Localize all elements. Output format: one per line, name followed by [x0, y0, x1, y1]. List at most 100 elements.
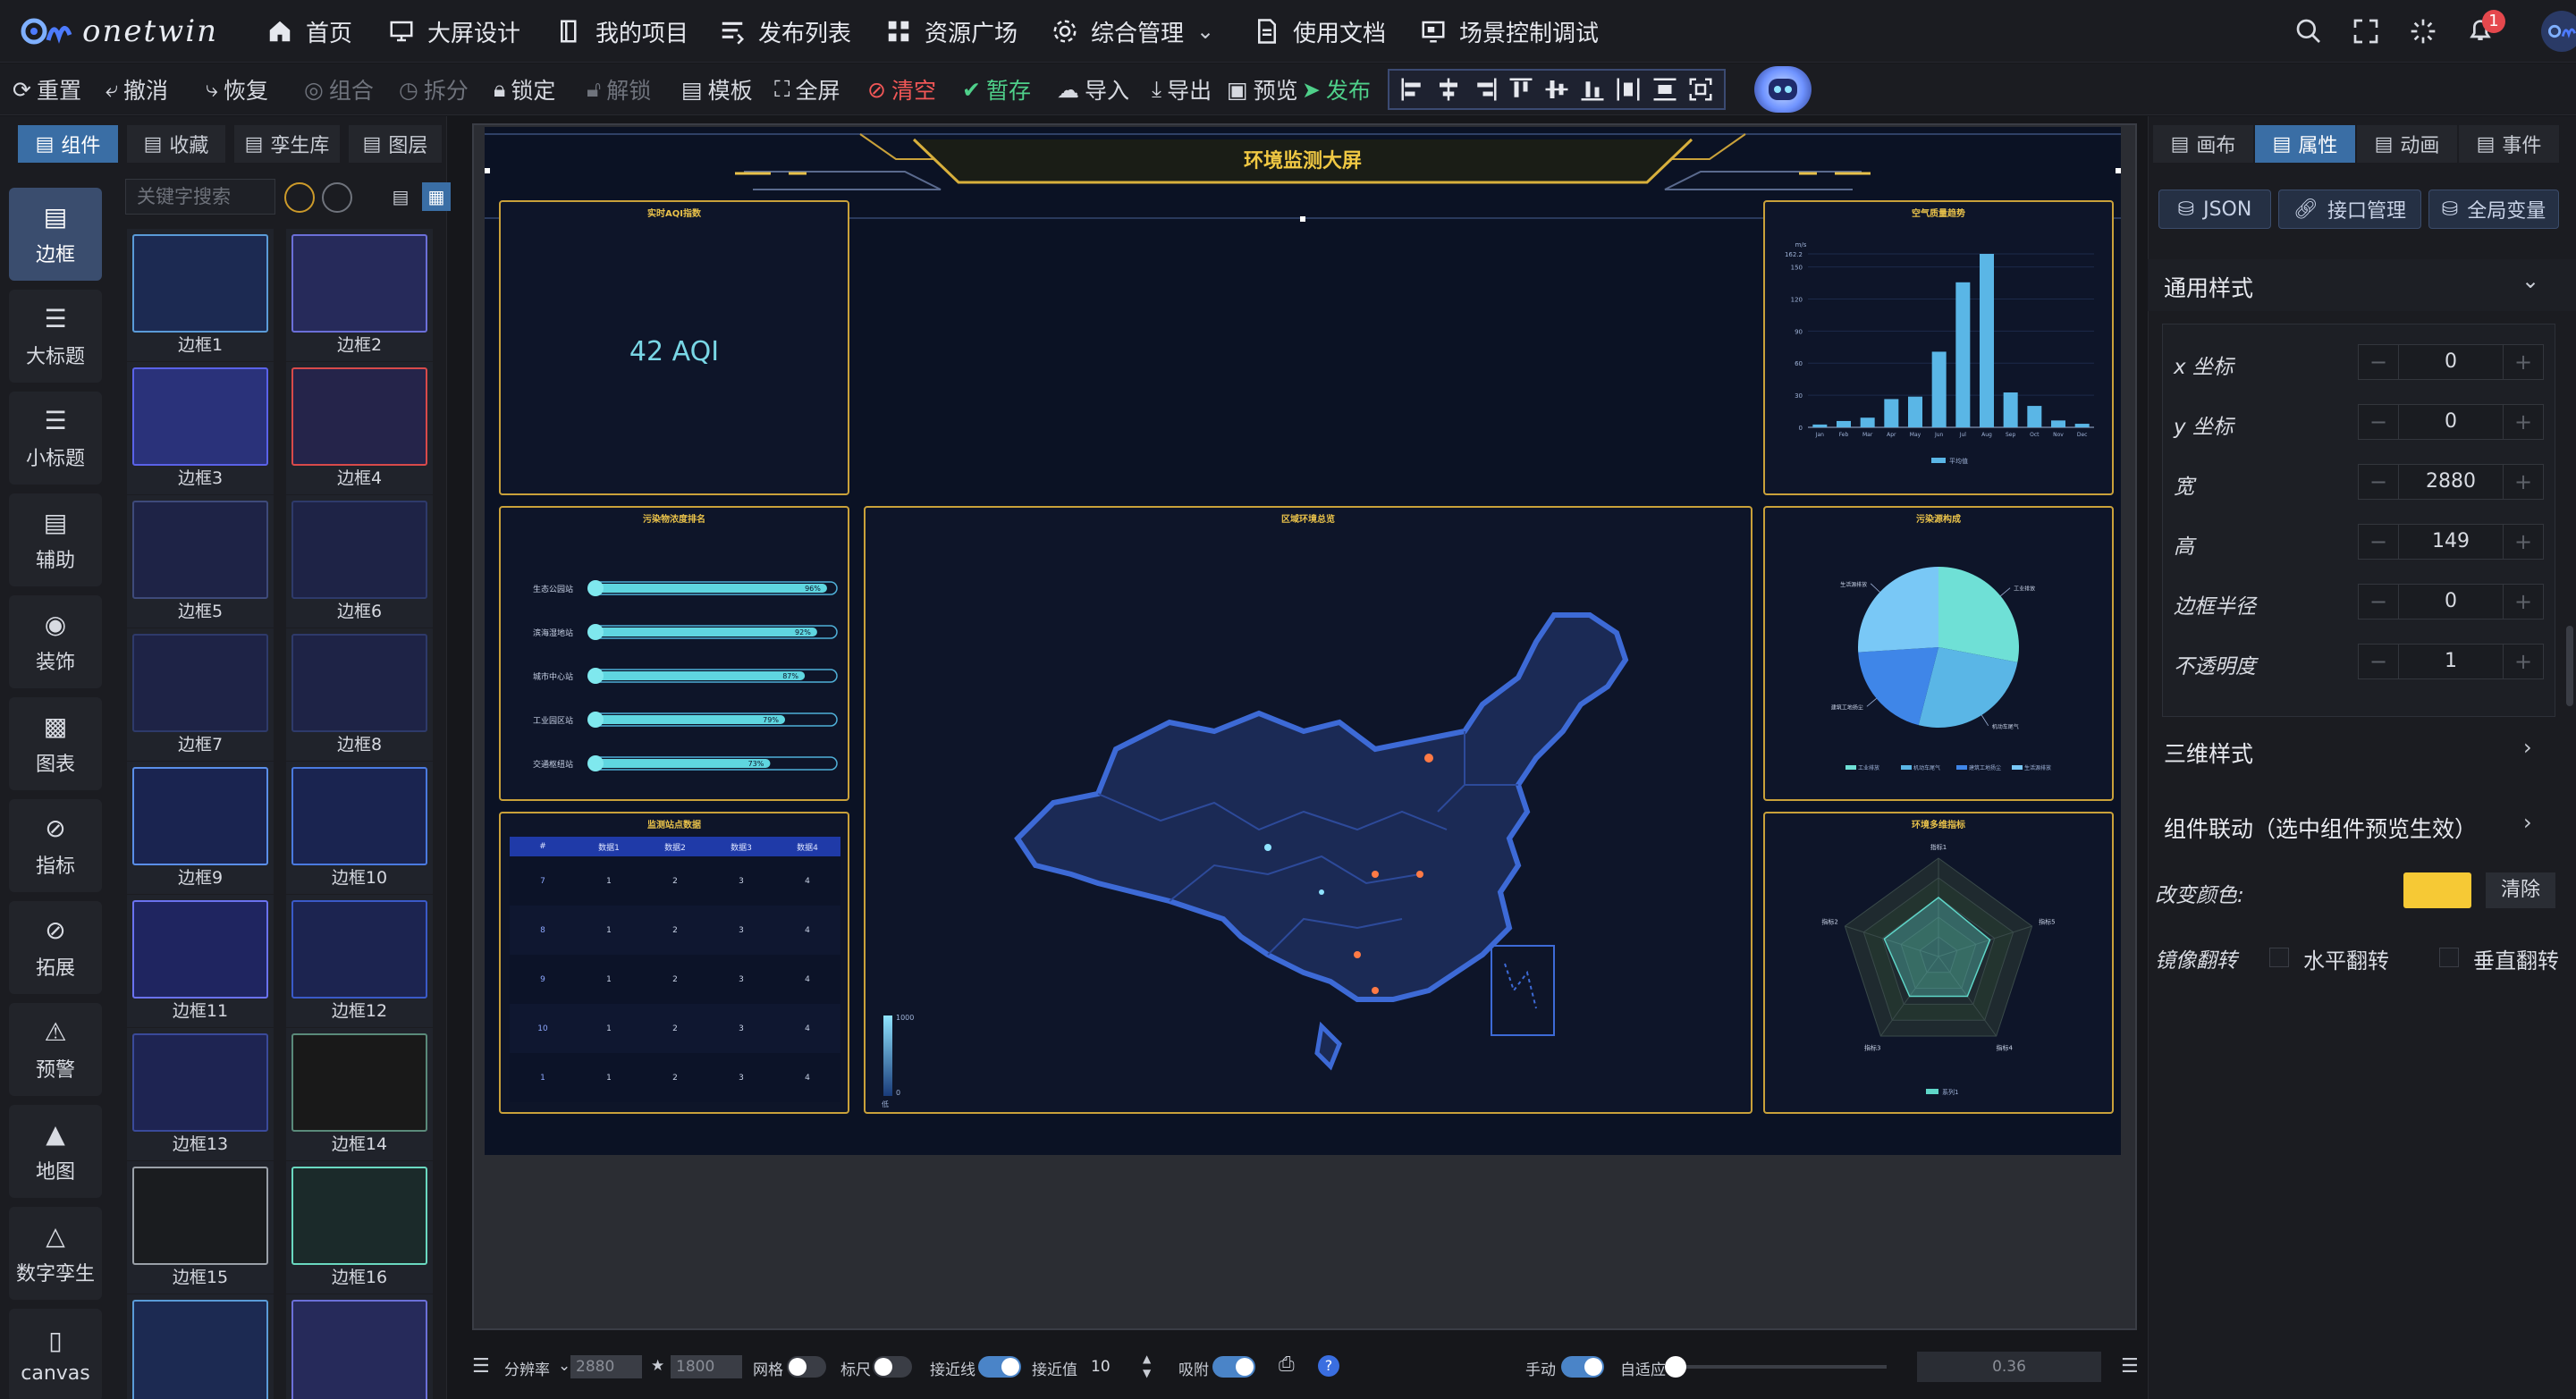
prop-stepper[interactable]: −0 +: [2358, 584, 2544, 619]
printer-icon[interactable]: ⎙: [1279, 1353, 1295, 1376]
component-thumb[interactable]: 边框16: [286, 1161, 433, 1294]
category-11[interactable]: △ 数字孪生: [9, 1207, 102, 1300]
minus-icon[interactable]: −: [2359, 469, 2398, 494]
minus-icon[interactable]: −: [2359, 589, 2398, 614]
adsorb-toggle[interactable]: [1212, 1356, 1255, 1378]
distribute-h-icon[interactable]: [1615, 76, 1642, 103]
clear-button[interactable]: ⊘ 清空: [867, 63, 936, 115]
prop-stepper[interactable]: −2880 +: [2358, 464, 2544, 500]
component-thumb[interactable]: 边框10: [286, 762, 433, 894]
publish-button[interactable]: ➤ 发布: [1302, 63, 1371, 115]
undo-button[interactable]: ⤶ 撤消: [106, 63, 168, 115]
group-button[interactable]: ◎ 组合: [304, 63, 374, 115]
nav-docs[interactable]: 使用文档: [1254, 0, 1386, 63]
menu-icon[interactable]: ☰: [472, 1355, 490, 1378]
component-thumb[interactable]: 边框13: [127, 1028, 274, 1160]
nav-admin[interactable]: 综合管理 ⌄: [1052, 0, 1214, 63]
component-thumb[interactable]: [286, 1294, 433, 1399]
search-icon[interactable]: [2294, 17, 2323, 46]
list-view-icon[interactable]: ▤: [386, 182, 415, 211]
redo-button[interactable]: ⤷ 恢复: [206, 63, 268, 115]
category-2[interactable]: ☰ 大标题: [9, 290, 102, 383]
category-9[interactable]: ⚠ 预警: [9, 1003, 102, 1096]
fit-screen-icon[interactable]: [1687, 76, 1714, 103]
resolution-width-input[interactable]: 2880: [570, 1355, 642, 1378]
nav-home[interactable]: 首页: [266, 0, 352, 63]
ai-assistant-button[interactable]: [1754, 66, 1812, 113]
tab-properties[interactable]: ▤ 属性: [2255, 125, 2355, 163]
loading-icon[interactable]: [2409, 17, 2437, 46]
component-thumb[interactable]: 边框6: [286, 495, 433, 628]
design-screen[interactable]: 环境监测大屏 实时AQI指数 42 AQI 空气质量趋势 m/s 0 30 60 90 1…: [485, 127, 2121, 1155]
component-thumb[interactable]: 边框4: [286, 362, 433, 494]
fullscreen-button[interactable]: ⛶ 全屏: [774, 63, 840, 115]
avatar[interactable]: [2541, 11, 2576, 52]
tab-animation[interactable]: ▤ 动画: [2357, 125, 2457, 163]
search-input[interactable]: 关键字搜索: [125, 179, 275, 215]
plus-icon[interactable]: +: [2504, 350, 2543, 375]
ruler-toggle[interactable]: [873, 1356, 912, 1378]
vertical-flip-checkbox[interactable]: [2439, 948, 2459, 967]
prop-stepper[interactable]: −149 +: [2358, 524, 2544, 560]
align-top-icon[interactable]: [1508, 76, 1534, 103]
prop-stepper[interactable]: −0 +: [2358, 344, 2544, 380]
component-thumb[interactable]: 边框2: [286, 229, 433, 361]
distribute-v-icon[interactable]: [1651, 76, 1678, 103]
component-thumb[interactable]: 边框7: [127, 628, 274, 761]
category-12[interactable]: ▯ canvas: [9, 1309, 102, 1399]
pie-panel[interactable]: 污染源构成 工业排放 机动车尾气 建筑工地扬尘 生活源排放 工业排放 机动车尾气 建筑工地扬…: [1763, 506, 2114, 801]
prop-value[interactable]: 0: [2398, 405, 2504, 439]
export-button[interactable]: ⤓ 导出: [1152, 63, 1212, 115]
component-thumb[interactable]: 边框1: [127, 229, 274, 361]
component-thumb[interactable]: 边框14: [286, 1028, 433, 1160]
align-bottom-icon[interactable]: [1579, 76, 1606, 103]
component-thumb[interactable]: 边框5: [127, 495, 274, 628]
prop-value[interactable]: 0: [2398, 585, 2504, 619]
table-panel[interactable]: 监测站点数据 # 数据1 数据2 数据3 数据4 7 1 2 3 4 8 1 2 3 4 9 1 2 3 4 10 1 2 3…: [499, 812, 849, 1114]
prop-value[interactable]: 1: [2398, 645, 2504, 678]
notification-button[interactable]: 1: [2466, 10, 2505, 47]
horizontal-flip-checkbox[interactable]: [2269, 948, 2289, 967]
align-center-h-icon[interactable]: [1435, 76, 1462, 103]
tab-twin-library[interactable]: ▤ 孪生库: [234, 125, 340, 163]
table-row[interactable]: 10 1 2 3 4: [510, 1004, 840, 1053]
prop-value[interactable]: 2880: [2398, 465, 2504, 499]
minus-icon[interactable]: −: [2359, 409, 2398, 434]
category-5[interactable]: ◉ 装饰: [9, 595, 102, 688]
category-10[interactable]: ▲ 地图: [9, 1105, 102, 1198]
minus-icon[interactable]: −: [2359, 529, 2398, 554]
rank-panel[interactable]: 污染物浓度排名 生态公园站 96% 滨海湿地站 92% 城市中心站 87% 工业园区站 79%…: [499, 506, 849, 801]
resolution-height-input[interactable]: 1800: [671, 1355, 742, 1378]
align-left-icon[interactable]: [1399, 76, 1426, 103]
snapline-toggle[interactable]: [978, 1356, 1021, 1378]
color-swatch[interactable]: [2403, 872, 2471, 908]
component-thumb[interactable]: 边框8: [286, 628, 433, 761]
collapse-icon[interactable]: ☰: [2121, 1355, 2139, 1378]
category-1[interactable]: ▤ 边框: [9, 188, 102, 281]
component-thumb[interactable]: 边框11: [127, 895, 274, 1027]
category-8[interactable]: ⊘ 拓展: [9, 901, 102, 994]
component-thumb[interactable]: 边框15: [127, 1161, 274, 1294]
plus-icon[interactable]: +: [2504, 469, 2543, 494]
linkage-section[interactable]: 组件联动（选中组件预览生效）: [2164, 812, 2477, 844]
component-thumb[interactable]: 边框3: [127, 362, 274, 494]
aqi-panel[interactable]: 实时AQI指数 42 AQI: [499, 200, 849, 495]
air-trend-panel[interactable]: 空气质量趋势 m/s 0 30 60 90 120 150 162.2 Jan Feb Mar Apr…: [1763, 200, 2114, 495]
unlock-button[interactable]: 🔓︎ 解锁: [587, 63, 651, 115]
nav-my-projects[interactable]: 我的项目: [556, 0, 688, 63]
tab-canvas[interactable]: ▤ 画布: [2153, 125, 2253, 163]
right-scrollbar[interactable]: [2566, 626, 2573, 706]
tab-components[interactable]: ▤ 组件: [18, 125, 118, 163]
chevron-right-icon[interactable]: ›: [2523, 735, 2532, 760]
split-button[interactable]: ◷ 拆分: [399, 63, 469, 115]
snapvalue-input[interactable]: 10: [1082, 1355, 1139, 1378]
grid-view-icon[interactable]: ▦: [422, 182, 451, 211]
search-circle-icon[interactable]: [322, 182, 352, 213]
chevron-right-icon[interactable]: ›: [2523, 810, 2532, 835]
style3d-section[interactable]: 三维样式: [2164, 737, 2253, 769]
app-logo[interactable]: onetwin: [20, 11, 218, 52]
map-panel[interactable]: 区域环境总览 1000 0 低: [864, 506, 1753, 1114]
preview-button[interactable]: ▣ 预览: [1227, 63, 1298, 115]
align-right-icon[interactable]: [1472, 76, 1499, 103]
clear-color-button[interactable]: 清除: [2486, 872, 2555, 908]
